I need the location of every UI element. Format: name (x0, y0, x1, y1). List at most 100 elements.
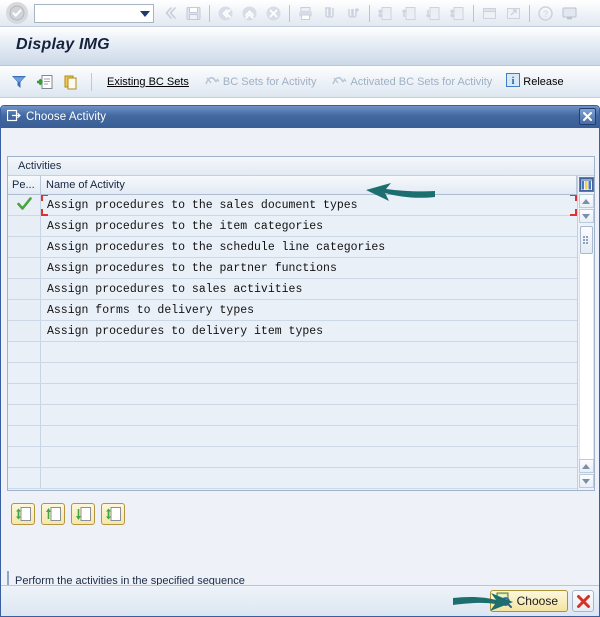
application-toolbar: Existing BC Sets BC Sets for Activity Ac… (0, 66, 600, 98)
row-performed-cell[interactable] (8, 468, 41, 488)
help-icon: ? (534, 2, 557, 24)
release-button[interactable]: i Release (502, 71, 569, 92)
last-page-button[interactable] (101, 503, 125, 525)
find-next-icon (342, 2, 365, 24)
column-header-performed[interactable]: Pe... (8, 176, 41, 194)
row-performed-cell[interactable] (8, 195, 41, 215)
table-rows: Assign procedures to the sales document … (8, 195, 577, 490)
row-performed-cell[interactable] (8, 384, 41, 404)
scroll-down-icon[interactable] (578, 474, 594, 488)
row-performed-cell[interactable] (8, 363, 41, 383)
table-row-empty[interactable] (8, 342, 577, 363)
activities-table: Pe... Name of Activity Assign procedures… (8, 176, 577, 490)
exit-icon (262, 2, 285, 24)
print-icon (294, 2, 317, 24)
table-row-empty[interactable] (8, 447, 577, 468)
toolbar-divider (209, 4, 210, 22)
row-activity-name[interactable]: Assign forms to delivery types (41, 300, 577, 320)
column-header-name[interactable]: Name of Activity (41, 176, 577, 194)
toolbar-divider (529, 4, 530, 22)
row-activity-name[interactable]: Assign procedures to the sales document … (41, 195, 577, 215)
choose-button-label: Choose (516, 594, 558, 608)
row-performed-cell[interactable] (8, 279, 41, 299)
command-field[interactable] (34, 3, 154, 23)
table-row-empty[interactable] (8, 363, 577, 384)
chevron-down-icon[interactable] (140, 10, 150, 17)
table-row[interactable]: Assign procedures to sales activities (8, 279, 577, 300)
row-activity-name[interactable] (41, 342, 577, 362)
scrollbar-track[interactable] (578, 254, 594, 459)
dialog-window-icon (6, 109, 21, 125)
row-activity-name[interactable] (41, 447, 577, 467)
row-activity-name[interactable]: Assign procedures to the partner functio… (41, 258, 577, 278)
table-row[interactable]: Assign procedures to the sales document … (8, 195, 577, 216)
filter-icon[interactable] (8, 71, 30, 93)
save-icon (182, 2, 205, 24)
row-activity-name[interactable] (41, 384, 577, 404)
system-icon-group: ? (158, 2, 581, 24)
page-title: Display IMG (16, 36, 110, 53)
pagination-buttons (11, 503, 125, 525)
row-performed-cell[interactable] (8, 216, 41, 236)
first-page-button[interactable] (11, 503, 35, 525)
scroll-thumb-grip[interactable] (579, 226, 593, 254)
display-document-icon[interactable] (34, 71, 56, 93)
choose-button[interactable]: Choose (489, 590, 568, 612)
column-config-icon[interactable] (578, 177, 594, 192)
row-performed-cell[interactable] (8, 321, 41, 341)
window-title-bar: Display IMG (0, 27, 600, 66)
row-activity-name[interactable]: Assign procedures to the item categories (41, 216, 577, 236)
row-activity-name[interactable]: Assign procedures to delivery item types (41, 321, 577, 341)
table-row-empty[interactable] (8, 468, 577, 489)
previous-page-button[interactable] (41, 503, 65, 525)
row-activity-name[interactable] (41, 363, 577, 383)
activated-bc-sets-for-activity-button[interactable]: Activated BC Sets for Activity (326, 72, 498, 92)
scroll-up-icon[interactable] (578, 194, 594, 208)
row-performed-cell[interactable] (8, 405, 41, 425)
table-row-empty[interactable] (8, 405, 577, 426)
row-performed-cell[interactable] (8, 300, 41, 320)
table-row[interactable]: Assign procedures to delivery item types (8, 321, 577, 342)
row-performed-cell[interactable] (8, 237, 41, 257)
first-page-icon (374, 2, 397, 24)
row-activity-name[interactable] (41, 468, 577, 488)
table-row[interactable]: Assign procedures to the item categories (8, 216, 577, 237)
row-activity-name[interactable]: Assign procedures to the schedule line c… (41, 237, 577, 257)
row-activity-name[interactable] (41, 405, 577, 425)
cancel-button[interactable] (572, 590, 594, 612)
grip-dots-icon (582, 235, 590, 245)
row-performed-cell[interactable] (8, 258, 41, 278)
row-performed-cell[interactable] (8, 447, 41, 467)
table-row[interactable]: Assign procedures to the partner functio… (8, 258, 577, 279)
next-page-button[interactable] (71, 503, 95, 525)
dialog-title-bar[interactable]: Choose Activity (1, 106, 599, 128)
toolbar-divider (473, 4, 474, 22)
table-scrollbar[interactable] (577, 176, 594, 490)
command-input[interactable] (35, 4, 153, 22)
bc-sets-for-activity-button[interactable]: BC Sets for Activity (199, 72, 323, 92)
table-row[interactable]: Assign procedures to the schedule line c… (8, 237, 577, 258)
bc-set-icon (205, 74, 220, 90)
back-double-icon (158, 2, 181, 24)
row-performed-cell[interactable] (8, 426, 41, 446)
existing-bc-sets-button[interactable]: Existing BC Sets (101, 74, 195, 90)
row-performed-cell[interactable] (8, 342, 41, 362)
scroll-down-icon[interactable] (578, 209, 594, 223)
activities-table-wrapper: Pe... Name of Activity Assign procedures… (8, 176, 594, 490)
enter-check-icon[interactable] (6, 2, 28, 24)
close-icon[interactable] (579, 108, 596, 125)
svg-text:?: ? (543, 9, 548, 19)
magnifier-icon (496, 592, 512, 611)
table-row[interactable]: Assign forms to delivery types (8, 300, 577, 321)
row-activity-name[interactable]: Assign procedures to sales activities (41, 279, 577, 299)
table-row-empty[interactable] (8, 426, 577, 447)
dialog-title: Choose Activity (26, 111, 107, 123)
activities-group: Activities Pe... Name of Activity Assign… (7, 156, 595, 491)
find-icon (318, 2, 341, 24)
table-row-empty[interactable] (8, 384, 577, 405)
existing-bc-sets-label: Existing BC Sets (107, 75, 189, 88)
sap-gui-window: ? Display IMG Existing BC Sets BC Sets f… (0, 0, 600, 617)
row-activity-name[interactable] (41, 426, 577, 446)
clipboard-icon[interactable] (60, 71, 82, 93)
scroll-up-icon[interactable] (578, 459, 594, 473)
